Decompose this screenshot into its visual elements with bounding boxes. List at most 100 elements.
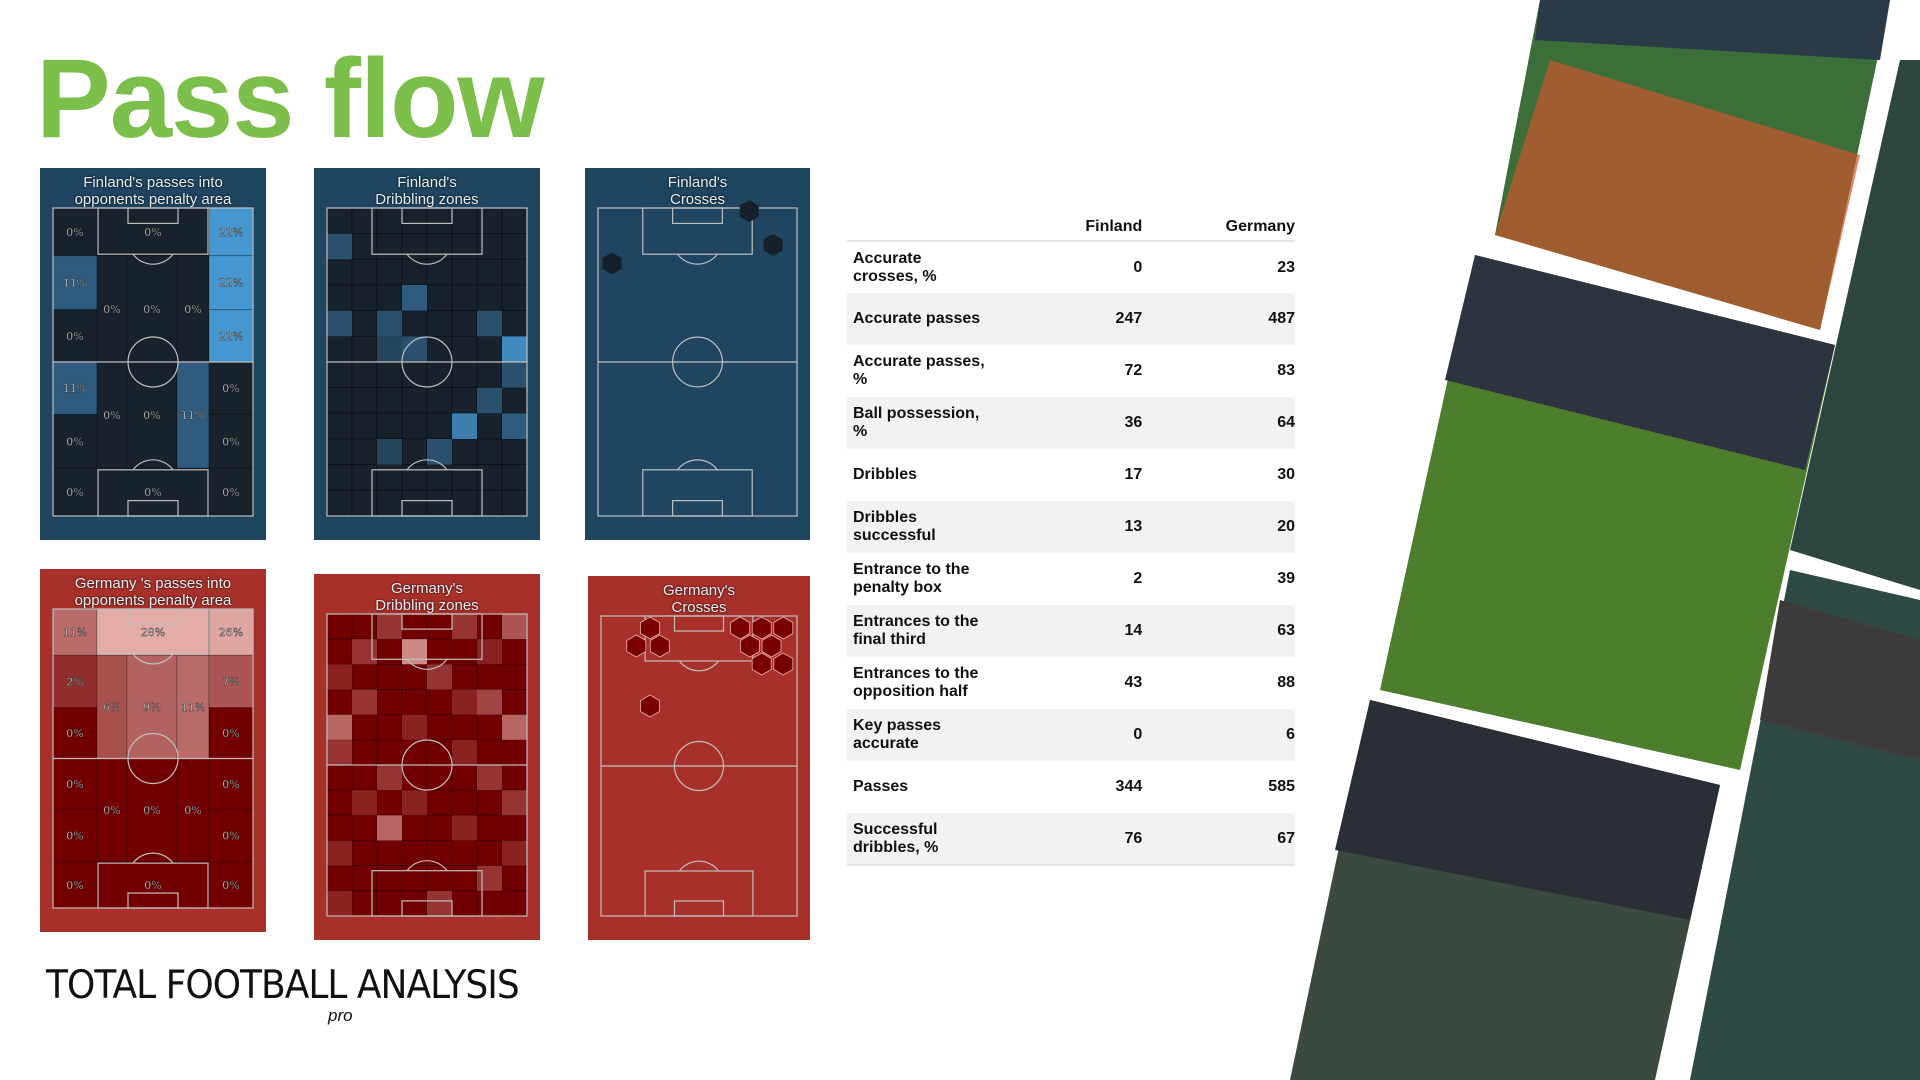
- zone-cell: [351, 387, 378, 414]
- zone-percent-label: 0%: [222, 486, 239, 499]
- zone-cell: [351, 739, 378, 766]
- zone-cell: [326, 489, 353, 517]
- zone-cell: [326, 789, 353, 816]
- zone-cell: [351, 663, 378, 691]
- zone-cell: [476, 489, 503, 517]
- table-row: Successful dribbles, % 76 67: [847, 813, 1295, 866]
- zone-cell-active: [452, 815, 477, 841]
- zone-cell-active: [327, 714, 352, 740]
- zone-cell: [451, 361, 478, 389]
- zone-cell-active: [452, 739, 477, 765]
- zone-cell: [476, 613, 503, 640]
- zone-cell: [351, 464, 378, 491]
- zone-cell-active: [377, 336, 402, 362]
- zone-percent-label: 28%: [141, 626, 165, 639]
- stats-table: Finland Germany Accurate crosses, % 0 23 Ac…: [847, 216, 1295, 866]
- zone-cell: [476, 361, 503, 389]
- zone-cell: [451, 258, 478, 286]
- zone-cell: [326, 284, 353, 312]
- zone-cell: [376, 638, 403, 665]
- zone-cell: [501, 663, 528, 691]
- zone-cell: [376, 284, 403, 312]
- stat-label: Accurate passes: [847, 293, 1017, 345]
- zone-cell: [501, 638, 528, 665]
- zone-cell-active: [377, 614, 402, 640]
- zone-cell: [326, 335, 353, 363]
- zone-percent-label: 0%: [66, 226, 83, 239]
- zone-cell: [451, 663, 478, 691]
- zone-cell: [476, 814, 503, 841]
- finland-value: 17: [1124, 466, 1143, 483]
- stat-label: Successful dribbles, %: [847, 813, 1017, 866]
- zone-cell: [426, 310, 453, 337]
- zone-cell: [401, 890, 428, 917]
- table-row: Entrance to the penalty box 2 39: [847, 553, 1295, 605]
- table-row: Ball possession, % 36 64: [847, 397, 1295, 449]
- zone-cell: [426, 613, 453, 640]
- zone-percent-label: 0%: [222, 435, 239, 448]
- page-title: Pass flow: [36, 36, 545, 161]
- zone-cell: [426, 284, 453, 312]
- zone-percent-label: 0%: [184, 303, 201, 316]
- zone-cell-active: [427, 890, 452, 916]
- zone-cell: [451, 638, 478, 665]
- zone-cell-active: [377, 439, 402, 465]
- zone-cell: [426, 689, 453, 716]
- finland-value: 247: [1017, 293, 1143, 345]
- zone-cell: [351, 310, 378, 337]
- zone-cell: [501, 689, 528, 716]
- zone-cell: [476, 464, 503, 491]
- zone-percent-label: 9%: [143, 701, 160, 714]
- zone-cell: [376, 890, 403, 917]
- finland-value: 72: [1124, 362, 1143, 379]
- finland-value: 43: [1124, 674, 1143, 691]
- zone-cell-active: [502, 614, 527, 640]
- zone-cell: [476, 890, 503, 917]
- header-finland: Finland: [1017, 216, 1143, 242]
- finland-value: 0: [1017, 709, 1143, 761]
- finland-value: 14: [1017, 605, 1143, 657]
- zone-cell: [401, 489, 428, 517]
- zone-cell: [376, 714, 403, 741]
- zone-cell: [426, 865, 453, 892]
- zone-cell: [426, 464, 453, 491]
- zone-cell: [426, 638, 453, 665]
- zone-cell: [401, 310, 428, 337]
- zone-cell: [351, 207, 378, 235]
- zone-cell: [351, 361, 378, 389]
- zone-cell-active: [477, 639, 502, 665]
- zone-cell: [376, 689, 403, 716]
- zone-cell: [401, 258, 428, 286]
- zone-percent-label: 2%: [66, 676, 83, 689]
- pitch: 0% 0% 22% 11% 0% 0% 0% 0% 22% 22% 11% 0% 0% 0% 11% 0% 0%…: [52, 207, 254, 517]
- zone-cell: [326, 865, 353, 892]
- zone-cell: [326, 464, 353, 491]
- zone-cell: [501, 310, 528, 337]
- stat-label: Entrances to the final third: [847, 605, 1017, 657]
- zone-cell: [426, 412, 453, 440]
- zone-percent-label: 0%: [66, 727, 83, 740]
- zone-cell-active: [452, 413, 477, 439]
- zone-percent-label: 0%: [143, 409, 160, 422]
- zone-cell: [351, 865, 378, 892]
- zone-percent-label: 0%: [143, 804, 160, 817]
- zone-cell-active: [502, 413, 527, 439]
- zone-cell: [401, 233, 428, 260]
- finland-value: 76: [1017, 813, 1143, 866]
- zone-cell-active: [427, 439, 452, 465]
- zone-cell-active: [377, 765, 402, 791]
- stat-label: Dribbles successful: [847, 501, 1017, 553]
- germany-penalty-area-panel: Germany 's passes into opponents penalty …: [40, 569, 266, 932]
- zone-cell-active: [502, 840, 527, 866]
- zone-cell: [401, 689, 428, 716]
- zone-cell: [326, 438, 353, 466]
- zone-cell-active: [327, 310, 352, 337]
- zone-cell: [501, 464, 528, 491]
- zone-cell: [326, 764, 353, 791]
- zone-cell: [426, 207, 453, 235]
- zone-percent-label: 0%: [66, 829, 83, 842]
- zone-cell: [451, 865, 478, 892]
- zone-cell: [376, 489, 403, 517]
- zone-cell-active: [327, 664, 352, 690]
- zone-percent-label: 0%: [66, 778, 83, 791]
